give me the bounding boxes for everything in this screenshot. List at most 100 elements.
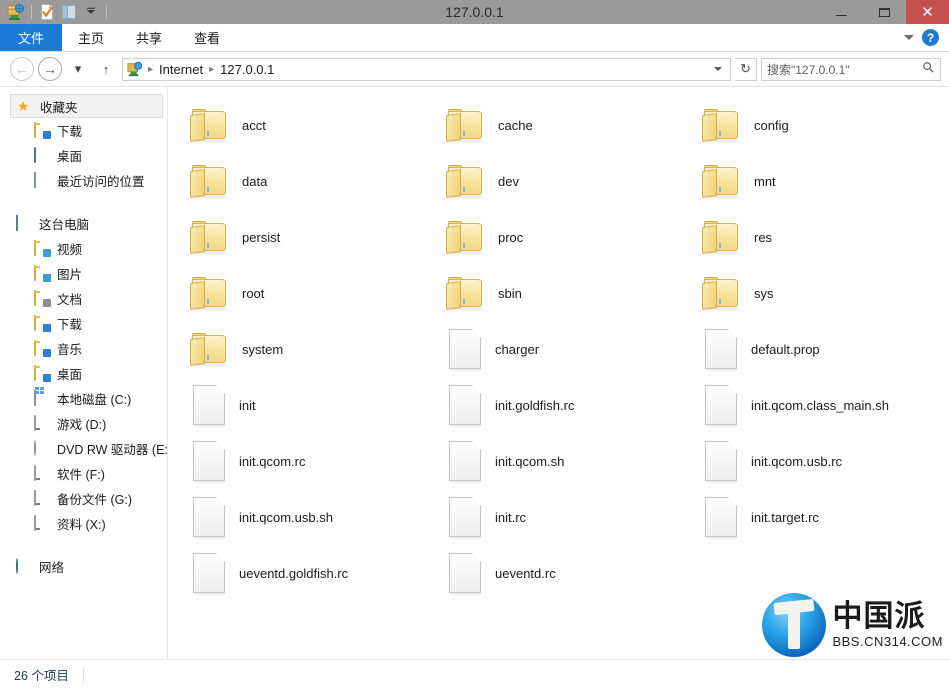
downloads-folder-icon [34, 314, 51, 332]
file-item[interactable]: init [186, 377, 442, 433]
folder-item[interactable]: acct [186, 97, 442, 153]
title-bar: 127.0.0.1 ✕ [0, 0, 949, 24]
sidebar-label-downloads-pc: 下载 [57, 318, 83, 332]
tab-file[interactable]: 文件 [0, 24, 63, 51]
sidebar-item-pictures[interactable]: 图片 [0, 261, 167, 286]
folder-item[interactable]: dev [442, 153, 698, 209]
sidebar-item-documents[interactable]: 文档 [0, 286, 167, 311]
folder-icon [190, 165, 228, 199]
minimize-button[interactable] [820, 0, 863, 24]
file-item[interactable]: init.rc [442, 489, 698, 545]
breadcrumb-separator-0: ▸ [148, 63, 154, 75]
file-item[interactable]: init.qcom.usb.rc [698, 433, 949, 489]
folder-item[interactable]: res [698, 209, 949, 265]
file-item[interactable]: init.qcom.class_main.sh [698, 377, 949, 433]
explorer-window: 127.0.0.1 ✕ 文件 主页 共享 查看 ? ← → ▾ ↑ ▸ Inte… [0, 0, 949, 689]
chevron-down-icon[interactable] [904, 35, 914, 40]
file-item[interactable]: charger [442, 321, 698, 377]
close-button[interactable]: ✕ [906, 0, 949, 24]
folder-icon [190, 109, 228, 143]
sidebar-item-recent-places[interactable]: 最近访问的位置 [0, 168, 167, 193]
file-list-pane[interactable]: acct cache config data dev mnt persist proc res r… [168, 87, 949, 659]
properties-icon[interactable] [37, 2, 57, 22]
folder-item[interactable]: config [698, 97, 949, 153]
folder-item[interactable]: sys [698, 265, 949, 321]
file-icon [193, 552, 226, 595]
sidebar-item-music[interactable]: 音乐 [0, 336, 167, 361]
search-input[interactable]: 搜索"127.0.0.1" [767, 61, 922, 78]
sidebar-label-favorites: 收藏夹 [40, 100, 78, 115]
file-item[interactable]: init.qcom.sh [442, 433, 698, 489]
status-divider [82, 666, 84, 683]
drive-icon [34, 414, 51, 432]
navigation-pane: ★ 收藏夹 下载 桌面 最近访问的位置 这台电脑 视频 图片 文档 下载 音乐 … [0, 87, 168, 659]
sidebar-item-drive-c[interactable]: 本地磁盘 (C:) [0, 386, 167, 411]
file-icon [193, 496, 226, 539]
recent-places-icon [34, 171, 51, 189]
folder-icon [702, 221, 740, 255]
window-title: 127.0.0.1 [445, 4, 504, 20]
sidebar-gap-2 [0, 536, 167, 554]
item-label: mnt [754, 173, 776, 189]
tab-home[interactable]: 主页 [62, 24, 120, 51]
item-label: init.qcom.rc [239, 453, 306, 469]
breadcrumb-item-internet[interactable]: Internet [156, 62, 206, 77]
folder-icon [446, 165, 484, 199]
file-icon [449, 384, 482, 427]
tab-view[interactable]: 查看 [178, 24, 236, 51]
up-button[interactable]: ↑ [94, 57, 118, 81]
sidebar-item-downloads[interactable]: 下载 [0, 118, 167, 143]
sidebar-item-downloads-pc[interactable]: 下载 [0, 311, 167, 336]
sidebar-item-drive-x[interactable]: 资料 (X:) [0, 511, 167, 536]
folder-item[interactable]: persist [186, 209, 442, 265]
search-box[interactable]: 搜索"127.0.0.1" [761, 57, 941, 81]
sidebar-item-network[interactable]: 网络 [0, 554, 167, 579]
item-label: ueventd.goldfish.rc [239, 565, 349, 581]
pane-icon[interactable] [59, 2, 79, 22]
file-item[interactable]: init.target.rc [698, 489, 949, 545]
file-item[interactable]: init.goldfish.rc [442, 377, 698, 433]
file-item[interactable]: init.qcom.rc [186, 433, 442, 489]
ribbon-tab-bar: 文件 主页 共享 查看 ? [0, 24, 949, 52]
breadcrumb[interactable]: ▸ Internet ▸ 127.0.0.1 [122, 57, 731, 81]
customize-dropdown-icon[interactable] [81, 2, 101, 22]
sidebar-item-desktop-pc[interactable]: 桌面 [0, 361, 167, 386]
sidebar-item-favorites[interactable]: ★ 收藏夹 [10, 94, 163, 118]
maximize-button[interactable] [863, 0, 906, 24]
folder-item[interactable]: data [186, 153, 442, 209]
system-drive-icon [34, 389, 51, 407]
refresh-button[interactable]: ↻ [735, 57, 757, 81]
file-item[interactable]: init.qcom.usb.sh [186, 489, 442, 545]
breadcrumb-item-host[interactable]: 127.0.0.1 [217, 62, 277, 77]
folder-item[interactable]: mnt [698, 153, 949, 209]
file-item[interactable]: ueventd.rc [442, 545, 698, 601]
sidebar-item-desktop[interactable]: 桌面 [0, 143, 167, 168]
sidebar-item-videos[interactable]: 视频 [0, 236, 167, 261]
dvd-drive-icon [34, 439, 51, 457]
folder-item[interactable]: root [186, 265, 442, 321]
sidebar-item-drive-f[interactable]: 软件 (F:) [0, 461, 167, 486]
forward-button[interactable]: → [38, 57, 62, 81]
folder-item[interactable]: sbin [442, 265, 698, 321]
folder-item[interactable]: system [186, 321, 442, 377]
folder-item[interactable]: proc [442, 209, 698, 265]
breadcrumb-dropdown-icon[interactable] [714, 67, 722, 71]
folder-item[interactable]: cache [442, 97, 698, 153]
internet-folder-icon[interactable] [6, 2, 26, 22]
ribbon-right-controls: ? [904, 24, 949, 51]
network-icon [16, 557, 33, 575]
tab-share[interactable]: 共享 [120, 24, 178, 51]
sidebar-item-drive-g[interactable]: 备份文件 (G:) [0, 486, 167, 511]
folder-icon [190, 333, 228, 367]
folder-icon [702, 277, 740, 311]
file-item[interactable]: ueventd.goldfish.rc [186, 545, 442, 601]
sidebar-item-drive-d[interactable]: 游戏 (D:) [0, 411, 167, 436]
file-icon [193, 384, 226, 427]
sidebar-item-dvd-drive[interactable]: DVD RW 驱动器 (E:) [0, 436, 167, 461]
desktop-icon [34, 146, 51, 164]
recent-locations-button[interactable]: ▾ [66, 57, 90, 81]
sidebar-item-this-pc[interactable]: 这台电脑 [0, 211, 167, 236]
back-button[interactable]: ← [10, 57, 34, 81]
help-icon[interactable]: ? [922, 29, 939, 46]
file-item[interactable]: default.prop [698, 321, 949, 377]
